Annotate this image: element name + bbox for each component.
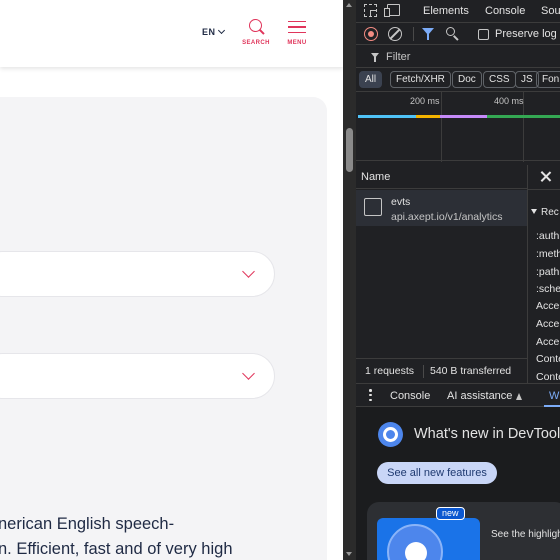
header-name: :meth xyxy=(536,248,560,260)
waterfall-bar xyxy=(487,115,560,118)
language-selector[interactable]: EN xyxy=(202,26,225,37)
network-status-bar: 1 requests 540 B transferred xyxy=(356,358,527,383)
more-options-icon[interactable] xyxy=(369,389,372,401)
search-icon[interactable] xyxy=(446,27,460,41)
tab-sources[interactable]: Sou xyxy=(541,5,560,17)
header-name: Accep xyxy=(536,300,560,312)
body-text-line: n. Efficient, fast and of very high xyxy=(0,540,233,558)
website-viewport: EN SEARCH MENU nerican English speech- n… xyxy=(0,0,343,560)
header-name: Accep xyxy=(536,318,560,330)
header-name: :sche xyxy=(536,283,560,295)
timeline-tick-label: 400 ms xyxy=(494,96,524,106)
header-name: Accep xyxy=(536,336,560,348)
filter-bar: Filter xyxy=(356,46,560,68)
device-toolbar-icon[interactable] xyxy=(384,4,400,17)
tab-console[interactable]: Console xyxy=(485,5,525,17)
preserve-log-label: Preserve log xyxy=(495,28,557,40)
body-text-line: nerican English speech- xyxy=(0,515,175,533)
scroll-down-arrow-icon[interactable] xyxy=(346,552,352,556)
header-name: :auth xyxy=(536,230,560,242)
waterfall-bar xyxy=(358,115,416,118)
see-all-features-button[interactable]: See all new features xyxy=(377,462,497,484)
request-count: 1 requests xyxy=(365,365,415,377)
document-icon xyxy=(364,198,382,216)
name-column-label: Name xyxy=(361,171,391,183)
drawer-tab-ai-assistance-label: AI assistance xyxy=(447,390,513,402)
dropdown-select-2[interactable] xyxy=(0,353,275,399)
transferred-size: 540 B transferred xyxy=(430,365,512,377)
type-chip-fetch-xhr[interactable]: Fetch/XHR xyxy=(390,71,451,88)
header-name: Conte xyxy=(536,353,560,365)
table-row[interactable]: evts api.axept.io/v1/analytics xyxy=(356,190,527,226)
header-name: Conte xyxy=(536,371,560,383)
record-stop-icon[interactable] xyxy=(364,27,378,41)
menu-button[interactable]: MENU xyxy=(279,18,315,46)
chevron-down-icon xyxy=(242,265,255,278)
menu-label: MENU xyxy=(287,40,307,46)
search-label: SEARCH xyxy=(242,40,270,46)
whats-new-title: What's new in DevTool xyxy=(414,426,560,442)
search-button[interactable]: SEARCH xyxy=(238,18,274,46)
header-name: :path xyxy=(536,266,560,278)
inspect-element-icon[interactable] xyxy=(364,4,377,17)
screen: EN SEARCH MENU nerican English speech- n… xyxy=(0,0,560,560)
type-chip-font[interactable]: Fon xyxy=(536,71,560,88)
experiment-flask-icon xyxy=(516,393,523,400)
name-column-header[interactable]: Name xyxy=(356,165,528,189)
network-toolbar: Preserve log xyxy=(356,23,560,45)
type-chip-all[interactable]: All xyxy=(359,71,383,88)
resource-type-filters: All Fetch/XHR Doc CSS JS Fon xyxy=(356,69,560,91)
form-card xyxy=(0,97,327,560)
devtools-tab-bar: Elements Console Sou xyxy=(356,0,560,23)
whats-new-panel: What's new in DevTool See all new featur… xyxy=(356,407,560,560)
drawer-tab-bar: Console AI assistance W xyxy=(356,383,560,407)
drawer-tab-console[interactable]: Console xyxy=(390,390,430,402)
toolbar-divider xyxy=(413,27,414,41)
status-divider xyxy=(423,365,424,378)
headers-section-toggle[interactable]: Rec xyxy=(531,207,559,218)
dropdown-select-1[interactable] xyxy=(0,251,275,297)
highlight-thumbnail xyxy=(377,518,480,560)
timeline-tick-label: 200 ms xyxy=(410,96,440,106)
body-paragraph: nerican English speech- n. Efficient, fa… xyxy=(0,512,343,560)
tab-elements[interactable]: Elements xyxy=(423,5,469,17)
chrome-logo-icon xyxy=(378,422,403,447)
drawer-tab-ai-assistance[interactable]: AI assistance xyxy=(447,390,523,402)
new-badge: new xyxy=(436,507,465,520)
language-label: EN xyxy=(202,27,216,37)
scroll-up-arrow-icon[interactable] xyxy=(346,3,352,7)
preserve-log-checkbox[interactable] xyxy=(478,29,489,40)
type-chip-css[interactable]: CSS xyxy=(483,71,516,88)
highlight-card[interactable]: new See the highligh xyxy=(367,502,560,560)
type-chip-doc[interactable]: Doc xyxy=(452,71,482,88)
hamburger-menu-icon xyxy=(288,18,306,36)
waterfall-bar xyxy=(416,115,440,118)
chevron-down-icon xyxy=(242,367,255,380)
filter-toggle-icon[interactable] xyxy=(422,28,434,40)
scrollbar-thumb[interactable] xyxy=(346,128,353,172)
request-name: evts xyxy=(391,196,411,208)
highlight-card-text: See the highligh xyxy=(491,529,560,540)
network-overview-timeline[interactable]: 200 ms 400 ms xyxy=(356,91,560,162)
page-scrollbar[interactable] xyxy=(343,0,356,560)
filter-icon xyxy=(371,53,379,62)
details-header-divider xyxy=(528,189,560,190)
drawer-tab-whats-new[interactable]: W xyxy=(549,390,559,402)
waterfall-bar xyxy=(440,115,487,118)
close-details-icon[interactable] xyxy=(540,171,552,183)
request-url: api.axept.io/v1/analytics xyxy=(391,211,503,223)
site-header: EN SEARCH MENU xyxy=(0,0,343,67)
search-icon xyxy=(247,18,265,36)
devtools-panel: Elements Console Sou Preserve log Filter… xyxy=(356,0,560,560)
filter-input[interactable]: Filter xyxy=(386,51,410,63)
chevron-down-icon xyxy=(217,26,225,35)
timeline-tick-line xyxy=(441,92,442,162)
clear-icon[interactable] xyxy=(388,27,402,41)
column-divider[interactable] xyxy=(527,165,528,383)
